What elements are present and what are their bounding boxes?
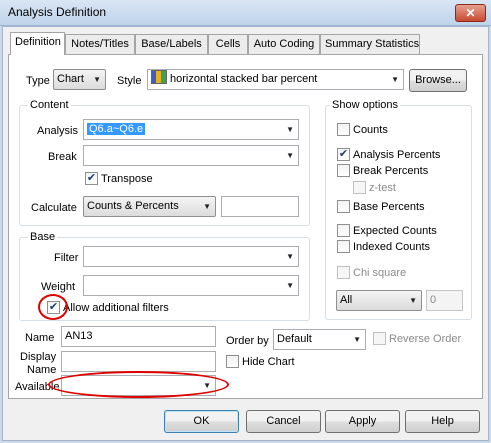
filter-select[interactable]: ▼ (83, 246, 299, 267)
annotation-ellipse (48, 371, 229, 398)
name-input[interactable]: AN13 (61, 326, 216, 347)
annotation-circle (38, 294, 68, 320)
show-scope-select[interactable]: All ▼ (336, 290, 422, 311)
chi-square-label: Chi square (353, 267, 407, 279)
allow-filters-label: Allow additional filters (63, 302, 169, 314)
chevron-down-icon: ▼ (286, 252, 294, 261)
break-select[interactable]: ▼ (83, 145, 299, 166)
weight-select[interactable]: ▼ (83, 275, 299, 296)
base-percents-checkbox[interactable] (337, 200, 350, 213)
style-select[interactable]: horizontal stacked bar percent ▼ (147, 69, 404, 90)
content-group-label: Content (28, 98, 71, 112)
calculate-label: Calculate (31, 202, 77, 214)
tab-cells[interactable]: Cells (208, 34, 248, 54)
type-label: Type (26, 75, 50, 87)
expected-counts-checkbox[interactable] (337, 224, 350, 237)
reverse-order-checkbox[interactable] (373, 332, 386, 345)
style-label: Style (117, 75, 142, 87)
break-percents-label: Break Percents (353, 165, 429, 177)
show-options-label: Show options (330, 98, 401, 112)
counts-checkbox[interactable] (337, 123, 350, 136)
chart-style-icon (151, 70, 167, 84)
display-name-label-1: Display (20, 351, 57, 363)
chevron-down-icon: ▼ (203, 202, 211, 211)
type-value: Chart (57, 73, 84, 85)
hide-chart-checkbox[interactable] (226, 355, 239, 368)
chevron-down-icon: ▼ (286, 125, 294, 134)
z-test-label: z-test (369, 182, 396, 194)
chevron-down-icon: ▼ (286, 281, 294, 290)
order-by-value: Default (277, 333, 312, 345)
base-percents-label: Base Percents (353, 201, 425, 213)
browse-button[interactable]: Browse... (409, 69, 467, 92)
chevron-down-icon: ▼ (409, 296, 417, 305)
break-label: Break (48, 151, 77, 163)
show-scope-value: All (340, 294, 353, 306)
analysis-label: Analysis (37, 125, 78, 137)
order-by-select[interactable]: Default ▼ (273, 329, 366, 350)
z-test-checkbox[interactable] (353, 181, 366, 194)
type-select[interactable]: Chart ▼ (53, 69, 106, 90)
cancel-button[interactable]: Cancel (246, 410, 321, 433)
tab-summary-statistics[interactable]: Summary Statistics (320, 34, 420, 54)
analysis-value: Q6.a~Q6.e (87, 123, 146, 135)
order-by-label: Order by (226, 335, 269, 347)
calculate-select[interactable]: Counts & Percents ▼ (83, 196, 216, 217)
hide-chart-label: Hide Chart (242, 356, 295, 368)
transpose-label: Transpose (101, 173, 153, 185)
window-title: Analysis Definition (8, 5, 107, 19)
apply-button[interactable]: Apply (325, 410, 400, 433)
base-group-label: Base (28, 230, 58, 244)
display-name-label-2: Name (27, 364, 57, 376)
counts-label: Counts (353, 124, 388, 136)
ok-button[interactable]: OK (164, 410, 239, 433)
chevron-down-icon: ▼ (391, 75, 399, 84)
tab-notes-titles[interactable]: Notes/Titles (65, 34, 135, 54)
expected-counts-label: Expected Counts (353, 225, 437, 237)
name-label: Name (25, 332, 55, 344)
calculate-value: Counts & Percents (87, 200, 179, 212)
analysis-percents-checkbox[interactable]: ✔ (337, 148, 350, 161)
filter-label: Filter (54, 252, 79, 264)
chevron-down-icon: ▼ (93, 75, 101, 84)
indexed-counts-checkbox[interactable] (337, 240, 350, 253)
help-button[interactable]: Help (405, 410, 480, 433)
tab-definition[interactable]: Definition (10, 32, 65, 55)
show-number-input[interactable]: 0 (426, 290, 463, 311)
chi-square-checkbox[interactable] (337, 266, 350, 279)
style-value: horizontal stacked bar percent (170, 73, 318, 85)
tab-auto-coding[interactable]: Auto Coding (248, 34, 320, 54)
weight-label: Weight (41, 281, 76, 293)
transpose-checkbox[interactable]: ✔ (85, 172, 98, 185)
analysis-select[interactable]: Q6.a~Q6.e ▼ (83, 119, 299, 140)
reverse-order-label: Reverse Order (389, 333, 462, 345)
close-button[interactable]: ✕ (455, 4, 486, 22)
tab-base-labels[interactable]: Base/Labels (135, 34, 208, 54)
chevron-down-icon: ▼ (353, 335, 361, 344)
indexed-counts-label: Indexed Counts (353, 241, 431, 253)
display-name-input[interactable] (61, 351, 216, 372)
calculate-extra-input[interactable] (221, 196, 299, 217)
break-percents-checkbox[interactable] (337, 164, 350, 177)
chevron-down-icon: ▼ (286, 151, 294, 160)
analysis-percents-label: Analysis Percents (353, 149, 441, 161)
